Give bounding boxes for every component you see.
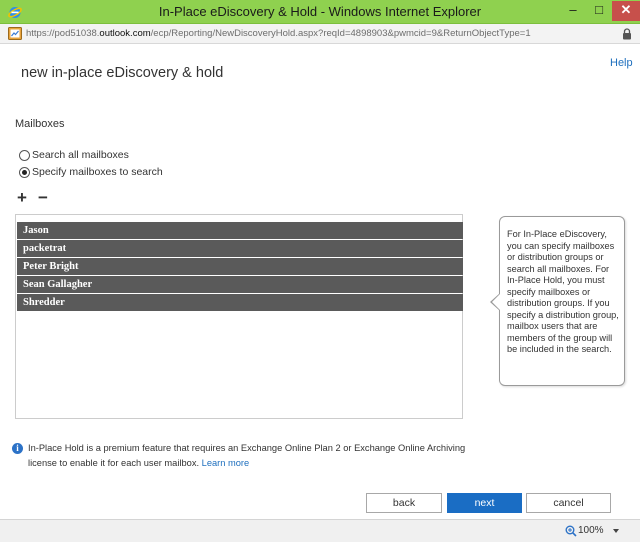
mailbox-list-item[interactable]: Peter Bright bbox=[17, 258, 463, 275]
remove-icon[interactable]: − bbox=[38, 189, 48, 206]
next-button[interactable]: next bbox=[447, 493, 522, 513]
zoom-level[interactable]: 100% bbox=[578, 525, 604, 536]
help-link[interactable]: Help bbox=[610, 57, 633, 69]
mailbox-list-item[interactable]: packetrat bbox=[17, 240, 463, 257]
help-callout: For In-Place eDiscovery, you can specify… bbox=[499, 216, 625, 386]
info-message: In-Place Hold is a premium feature that … bbox=[28, 441, 478, 471]
callout-text: For In-Place eDiscovery, you can specify… bbox=[507, 229, 619, 354]
mailbox-list-item[interactable]: Sean Gallagher bbox=[17, 276, 463, 293]
mailbox-list[interactable]: Jason packetrat Peter Bright Sean Gallag… bbox=[15, 214, 463, 419]
close-button[interactable]: ✕ bbox=[612, 1, 640, 21]
minimize-button[interactable]: – bbox=[560, 1, 586, 21]
radio-label: Specify mailboxes to search bbox=[32, 166, 163, 178]
window-title: In-Place eDiscovery & Hold - Windows Int… bbox=[158, 4, 482, 19]
status-bar: 100% bbox=[0, 519, 640, 542]
info-icon: i bbox=[12, 443, 23, 454]
radio-label: Search all mailboxes bbox=[32, 149, 129, 161]
cancel-button[interactable]: cancel bbox=[526, 493, 611, 513]
back-button[interactable]: back bbox=[366, 493, 442, 513]
add-icon[interactable]: + bbox=[17, 189, 27, 206]
url-path: /ecp/Reporting/NewDiscoveryHold.aspx?req… bbox=[150, 28, 531, 39]
radio-button-unchecked[interactable] bbox=[19, 150, 30, 161]
radio-button-checked[interactable] bbox=[19, 167, 30, 178]
chevron-down-icon[interactable] bbox=[613, 529, 619, 533]
address-bar[interactable]: https://pod51038.outlook.com/ecp/Reporti… bbox=[0, 24, 640, 44]
url-domain: outlook.com bbox=[99, 28, 151, 39]
zoom-icon[interactable] bbox=[565, 525, 577, 537]
learn-more-link[interactable]: Learn more bbox=[202, 458, 250, 468]
mailbox-list-item[interactable]: Jason bbox=[17, 222, 463, 239]
mailbox-list-item[interactable]: Shredder bbox=[17, 294, 463, 311]
url-prefix: https://pod51038. bbox=[26, 28, 100, 39]
window-titlebar: In-Place eDiscovery & Hold - Windows Int… bbox=[0, 0, 640, 24]
url-text[interactable]: https://pod51038.outlook.com/ecp/Reporti… bbox=[26, 28, 531, 39]
page-icon bbox=[8, 27, 22, 40]
lock-icon[interactable] bbox=[622, 28, 632, 40]
page-title: new in-place eDiscovery & hold bbox=[21, 65, 224, 81]
callout-pointer-fill bbox=[492, 294, 500, 310]
mailboxes-label: Mailboxes bbox=[15, 118, 65, 130]
maximize-button[interactable]: □ bbox=[586, 1, 612, 21]
